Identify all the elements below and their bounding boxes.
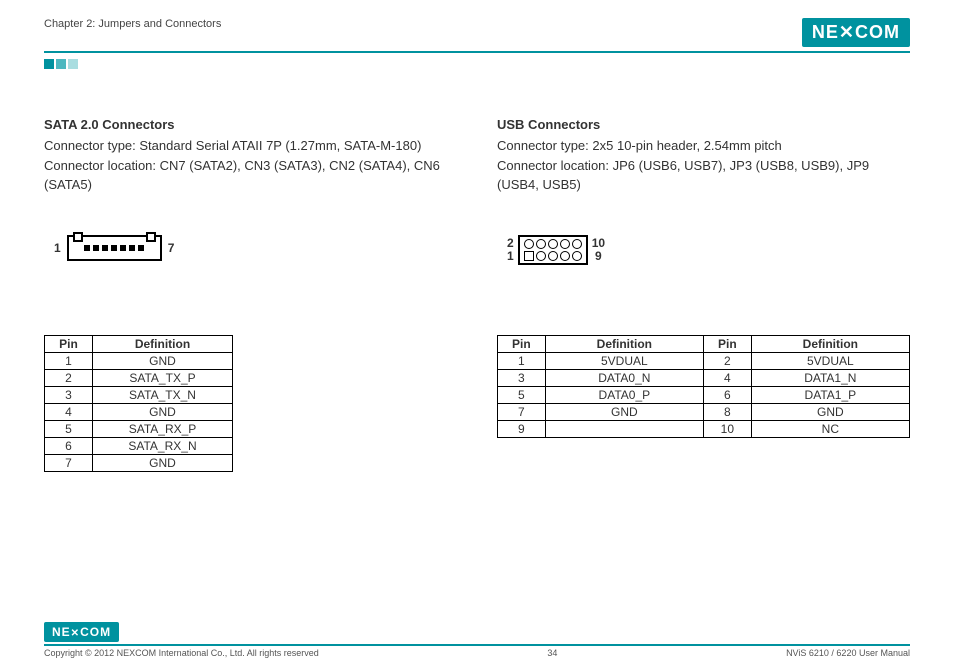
table-row: 5SATA_RX_P xyxy=(45,420,233,437)
table-row: 3SATA_TX_N xyxy=(45,386,233,403)
footer: NE✕COM Copyright © 2012 NEXCOM Internati… xyxy=(44,622,910,658)
table-row: 910NC xyxy=(498,420,910,437)
usb-pin2-label: 2 xyxy=(507,237,514,250)
footer-rule xyxy=(44,644,910,646)
table-row: 7GND8GND xyxy=(498,403,910,420)
table-row: 6SATA_RX_N xyxy=(45,437,233,454)
logo: NE✕COM xyxy=(802,18,910,47)
th-def: Definition xyxy=(93,335,233,352)
usb-conn-loc: Connector location: JP6 (USB6, USB7), JP… xyxy=(497,156,910,195)
chapter-title: Chapter 2: Jumpers and Connectors xyxy=(44,18,221,30)
copyright: Copyright © 2012 NEXCOM International Co… xyxy=(44,648,319,658)
th-def: Definition xyxy=(545,335,703,352)
usb-section: USB Connectors Connector type: 2x5 10-pi… xyxy=(497,117,910,472)
table-row: 1GND xyxy=(45,352,233,369)
th-pin: Pin xyxy=(498,335,546,352)
sata-conn-type: Connector type: Standard Serial ATAII 7P… xyxy=(44,136,457,156)
table-row: 3DATA0_N4DATA1_N xyxy=(498,369,910,386)
usb-title: USB Connectors xyxy=(497,117,910,132)
usb-pin10-label: 10 xyxy=(592,237,605,250)
usb-pinout-table: Pin Definition Pin Definition 15VDUAL25V… xyxy=(497,335,910,438)
sata-conn-loc: Connector location: CN7 (SATA2), CN3 (SA… xyxy=(44,156,457,195)
table-row: 15VDUAL25VDUAL xyxy=(498,352,910,369)
sata-title: SATA 2.0 Connectors xyxy=(44,117,457,132)
manual-name: NViS 6210 / 6220 User Manual xyxy=(786,648,910,658)
table-row: 5DATA0_P6DATA1_P xyxy=(498,386,910,403)
table-row: 7GND xyxy=(45,454,233,471)
th-def: Definition xyxy=(751,335,909,352)
page-number: 34 xyxy=(547,648,557,658)
usb-pin1-label: 1 xyxy=(507,250,514,263)
usb-conn-type: Connector type: 2x5 10-pin header, 2.54m… xyxy=(497,136,910,156)
sata-pin1-label: 1 xyxy=(54,241,61,255)
footer-logo: NE✕COM xyxy=(44,622,119,642)
decorative-squares xyxy=(44,59,910,69)
usb-diagram: 2 1 10 9 xyxy=(507,235,910,265)
th-pin: Pin xyxy=(703,335,751,352)
th-pin: Pin xyxy=(45,335,93,352)
sata-section: SATA 2.0 Connectors Connector type: Stan… xyxy=(44,117,457,472)
table-row: 2SATA_TX_P xyxy=(45,369,233,386)
header-rule xyxy=(44,51,910,53)
usb-pin9-label: 9 xyxy=(592,250,605,263)
sata-pin7-label: 7 xyxy=(168,241,175,255)
sata-diagram: 1 7 xyxy=(54,235,457,261)
table-row: 4GND xyxy=(45,403,233,420)
sata-pinout-table: Pin Definition 1GND 2SATA_TX_P 3SATA_TX_… xyxy=(44,335,233,472)
